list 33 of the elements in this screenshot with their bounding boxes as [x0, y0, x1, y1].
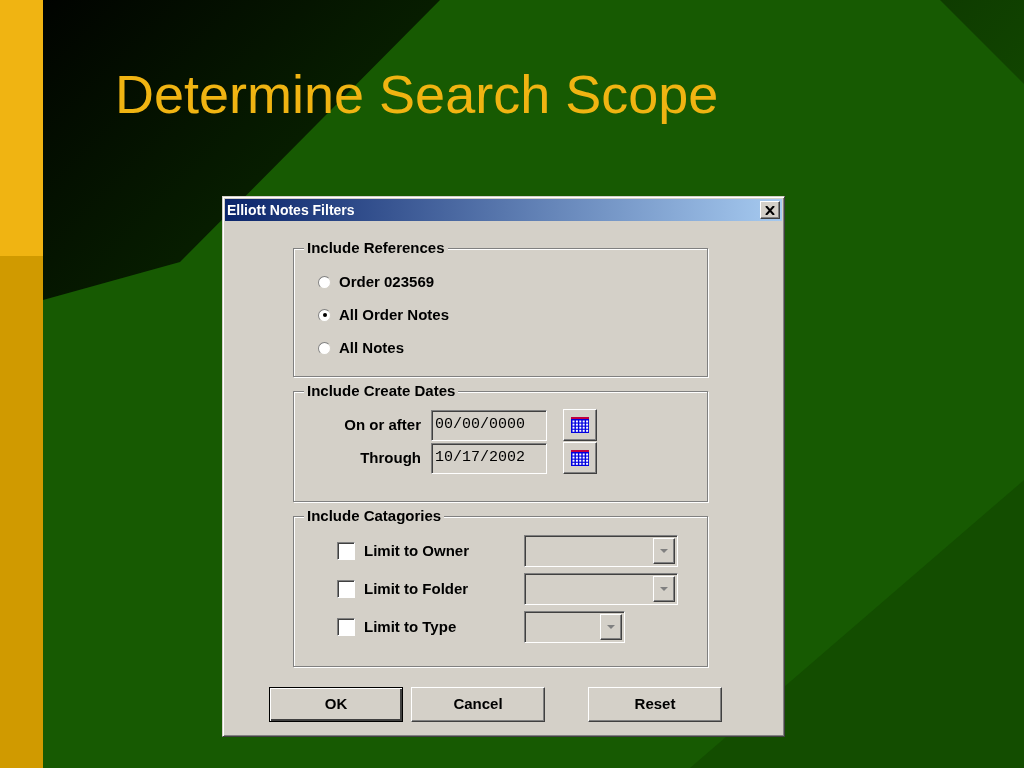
- checkbox[interactable]: [337, 618, 355, 636]
- dropdown[interactable]: [524, 573, 678, 605]
- date-field[interactable]: 00/00/0000: [431, 409, 547, 441]
- close-button[interactable]: [760, 201, 780, 219]
- radio-option[interactable]: Order 023569: [318, 271, 707, 293]
- dialog-button[interactable]: Cancel: [411, 687, 545, 722]
- checkbox[interactable]: [337, 580, 355, 598]
- checkbox[interactable]: [337, 542, 355, 560]
- dropdown[interactable]: [524, 611, 625, 643]
- checkbox-label: Limit to Type: [364, 616, 458, 637]
- field-label: On or after: [343, 414, 422, 435]
- radio-option[interactable]: All Order Notes: [318, 304, 707, 326]
- checkbox-label: Limit to Owner: [364, 540, 470, 561]
- dropdown-arrow-icon: [660, 587, 668, 591]
- radio-button[interactable]: [318, 275, 331, 289]
- close-icon: [765, 205, 775, 215]
- slide-title: Determine Search Scope: [115, 63, 719, 126]
- dropdown-arrow-icon: [607, 625, 615, 629]
- dropdown-arrow-icon: [660, 549, 668, 553]
- calendar-button[interactable]: [563, 409, 597, 441]
- calendar-icon: [570, 449, 590, 467]
- date-field[interactable]: 10/17/2002: [431, 442, 547, 474]
- window-title: Elliott Notes Filters: [227, 200, 355, 220]
- radio-option[interactable]: All Notes: [318, 337, 707, 359]
- dialog-button[interactable]: Reset: [588, 687, 722, 722]
- radio-button[interactable]: [318, 308, 331, 322]
- calendar-icon: [570, 416, 590, 434]
- calendar-button[interactable]: [563, 442, 597, 474]
- dialog-button[interactable]: OK: [269, 687, 403, 722]
- dropdown[interactable]: [524, 535, 678, 567]
- radio-button[interactable]: [318, 341, 331, 355]
- checkbox-label: Limit to Folder: [364, 578, 470, 599]
- field-label: Through: [359, 447, 422, 468]
